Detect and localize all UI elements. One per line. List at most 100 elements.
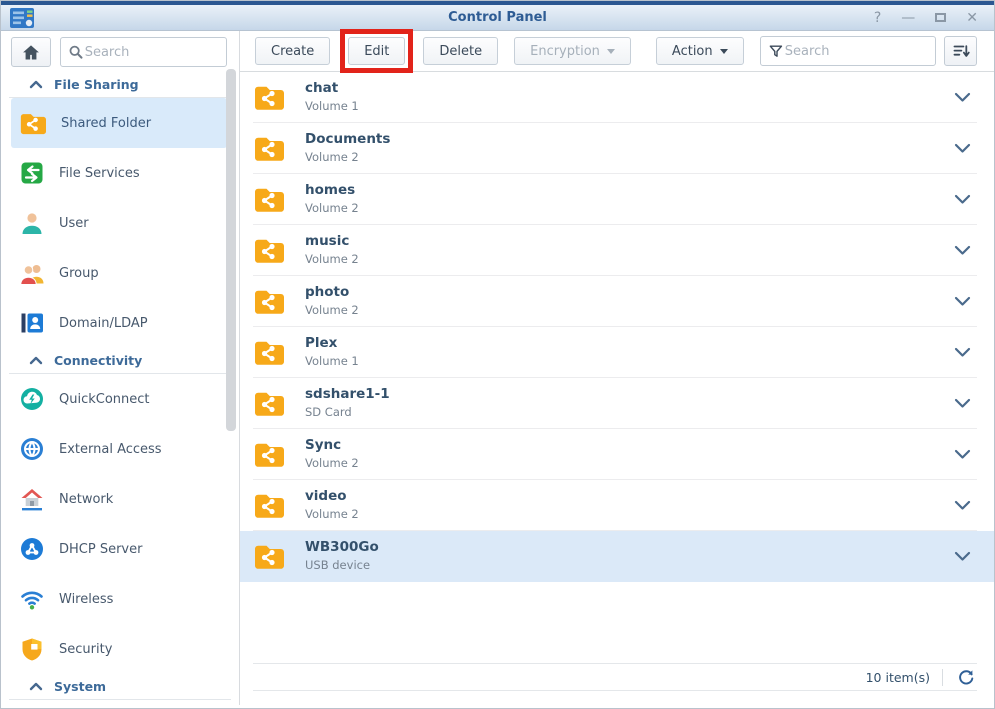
shared-folder-icon (253, 184, 285, 214)
table-row[interactable]: homes Volume 2 (253, 174, 977, 225)
home-icon (20, 42, 42, 62)
encryption-button[interactable]: Encryption (514, 37, 631, 65)
table-row[interactable]: Sync Volume 2 (253, 429, 977, 480)
chevron-down-icon[interactable] (954, 92, 971, 103)
folder-name: music (305, 233, 359, 250)
search-icon (67, 42, 85, 62)
folder-name: Documents (305, 131, 390, 148)
chevron-down-icon[interactable] (954, 296, 971, 307)
sidebar-item-group[interactable]: Group (11, 248, 227, 298)
chevron-down-icon (720, 49, 728, 54)
shared-folder-icon (19, 110, 47, 136)
filter-icon (767, 41, 785, 61)
folder-name: photo (305, 284, 359, 301)
folder-location: Volume 2 (305, 201, 359, 216)
chevron-down-icon[interactable] (954, 347, 971, 358)
section-header-system[interactable]: System (9, 674, 231, 700)
sidebar-search (60, 37, 227, 67)
sidebar-item-network[interactable]: Network (11, 474, 227, 524)
search-input[interactable] (85, 45, 220, 60)
list-footer: 10 item(s) (253, 663, 977, 691)
section-header-file-sharing[interactable]: File Sharing (9, 72, 231, 98)
folder-location: Volume 2 (305, 303, 359, 318)
refresh-icon (957, 668, 975, 686)
maximize-icon[interactable] (935, 13, 946, 22)
shared-folder-icon (253, 82, 285, 112)
footer-divider (942, 669, 943, 686)
security-icon (19, 636, 45, 662)
close-icon[interactable]: ✕ (966, 11, 978, 25)
shared-folder-icon (253, 541, 285, 571)
shared-folder-icon (253, 133, 285, 163)
group-icon (19, 260, 45, 286)
wireless-icon (19, 586, 45, 612)
chevron-down-icon[interactable] (954, 500, 971, 511)
table-row[interactable]: photo Volume 2 (253, 276, 977, 327)
folder-name: video (305, 488, 359, 505)
item-count: 10 item(s) (866, 670, 930, 685)
folder-name: WB300Go (305, 539, 379, 556)
home-button[interactable] (11, 37, 51, 67)
table-row[interactable]: chat Volume 1 (253, 72, 977, 123)
shared-folder-icon (253, 388, 285, 418)
folder-name: chat (305, 80, 359, 97)
titlebar: Control Panel ? — ✕ (1, 1, 994, 31)
chevron-down-icon[interactable] (954, 551, 971, 562)
shared-folder-icon (253, 439, 285, 469)
section-header-connectivity[interactable]: Connectivity (9, 348, 231, 374)
sidebar-item-security[interactable]: Security (11, 624, 227, 674)
help-icon[interactable]: ? (874, 11, 881, 25)
edit-button[interactable]: Edit (348, 37, 405, 65)
folder-location: Volume 2 (305, 507, 359, 522)
folder-location: Volume 2 (305, 456, 359, 471)
chevron-down-icon[interactable] (954, 194, 971, 205)
control-panel-window: Control Panel ? — ✕ (0, 0, 995, 709)
folder-location: Volume 1 (305, 99, 359, 114)
shared-folder-icon (253, 235, 285, 265)
delete-button[interactable]: Delete (423, 37, 498, 65)
sidebar: File Sharing Shared Folder File Services (1, 31, 240, 705)
table-row[interactable]: sdshare1-1 SD Card (253, 378, 977, 429)
sidebar-item-wireless[interactable]: Wireless (11, 574, 227, 624)
chevron-down-icon[interactable] (954, 449, 971, 460)
chevron-down-icon[interactable] (954, 398, 971, 409)
table-row-selected[interactable]: WB300Go USB device (240, 531, 994, 582)
chevron-down-icon[interactable] (954, 143, 971, 154)
network-icon (19, 486, 45, 512)
folder-search-input[interactable] (785, 44, 929, 59)
sidebar-item-quickconnect[interactable]: QuickConnect (11, 374, 227, 424)
page-title: Control Panel (1, 10, 994, 25)
chevron-down-icon (607, 49, 615, 54)
sidebar-item-user[interactable]: User (11, 198, 227, 248)
refresh-button[interactable] (955, 668, 977, 686)
folder-name: homes (305, 182, 359, 199)
table-row[interactable]: Documents Volume 2 (253, 123, 977, 174)
sidebar-item-external-access[interactable]: External Access (11, 424, 227, 474)
chevron-up-icon (29, 681, 43, 692)
dhcp-server-icon (19, 536, 45, 562)
table-row[interactable]: video Volume 2 (253, 480, 977, 531)
table-row[interactable]: Plex Volume 1 (253, 327, 977, 378)
sidebar-scrollbar[interactable] (226, 69, 236, 431)
sidebar-item-file-services[interactable]: File Services (11, 148, 227, 198)
sidebar-item-domain-ldap[interactable]: Domain/LDAP (11, 298, 227, 348)
folder-location: SD Card (305, 405, 390, 420)
minimize-icon[interactable]: — (901, 11, 915, 25)
sidebar-item-shared-folder[interactable]: Shared Folder (11, 98, 227, 148)
table-row[interactable]: music Volume 2 (253, 225, 977, 276)
chevron-down-icon[interactable] (954, 245, 971, 256)
folder-location: USB device (305, 558, 379, 573)
main-toolbar: Create Edit Delete Encryption Action (240, 31, 994, 72)
domain-ldap-icon (19, 310, 45, 336)
shared-folder-list: chat Volume 1 Documents Volume 2 (240, 72, 994, 582)
create-button[interactable]: Create (255, 37, 330, 65)
main-panel: Create Edit Delete Encryption Action (240, 31, 994, 705)
sort-icon (951, 42, 971, 60)
action-button[interactable]: Action (656, 37, 744, 65)
folder-name: sdshare1-1 (305, 386, 390, 403)
sidebar-item-dhcp-server[interactable]: DHCP Server (11, 524, 227, 574)
shared-folder-icon (253, 286, 285, 316)
sort-button[interactable] (944, 36, 977, 66)
user-icon (19, 210, 45, 236)
folder-location: Volume 2 (305, 252, 359, 267)
